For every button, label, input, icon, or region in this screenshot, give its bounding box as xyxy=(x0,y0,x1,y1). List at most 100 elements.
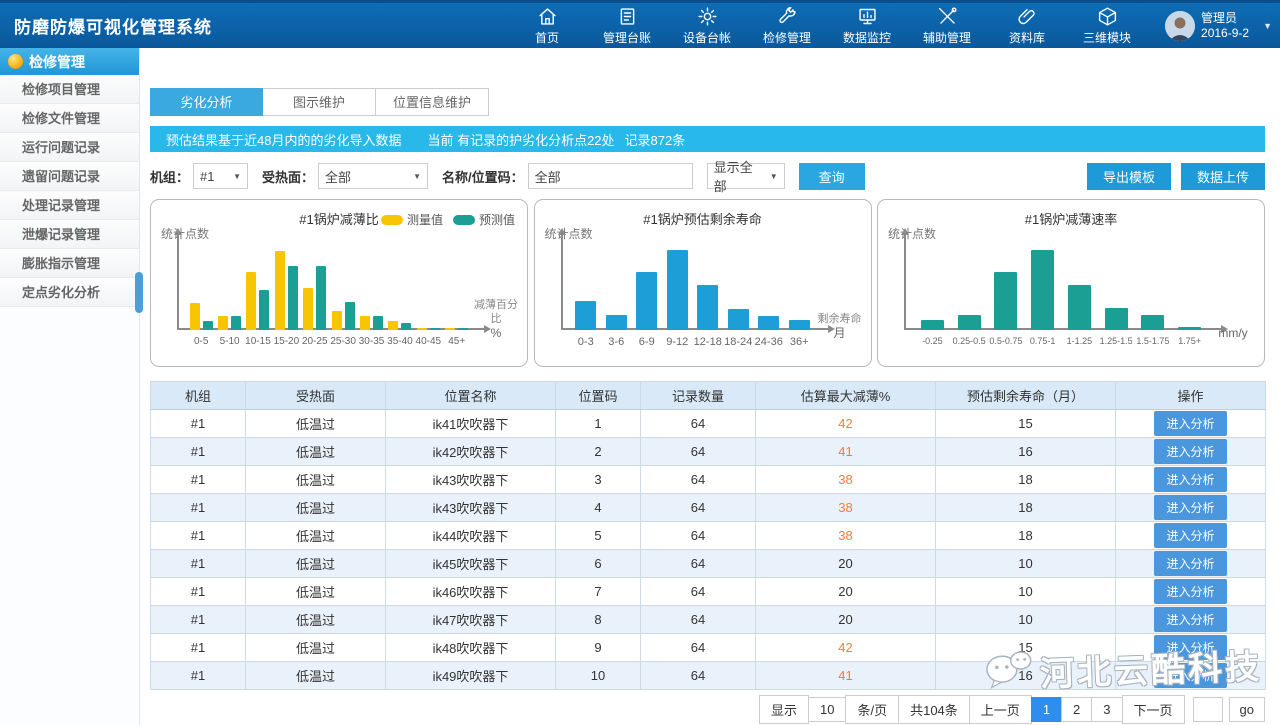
nav-item-home[interactable]: 首页 xyxy=(507,6,587,46)
show-all-select[interactable]: 显示全部▼ xyxy=(707,163,785,189)
sidebar-item[interactable]: 运行问题记录 xyxy=(0,133,139,162)
table-header-row: 机组受热面位置名称位置码记录数量估算最大减薄%预估剩余寿命（月）操作 xyxy=(151,382,1266,410)
nav-label: 检修管理 xyxy=(763,29,811,46)
table-row: #1低温过ik49吹吹器下10644116进入分析 xyxy=(151,662,1266,690)
table-cell: 4 xyxy=(556,494,641,522)
nav-item-gear[interactable]: 设备台帐 xyxy=(667,6,747,46)
bar-group: -0.25 xyxy=(921,244,944,330)
table-cell: 41 xyxy=(756,438,936,466)
enter-analysis-button[interactable]: 进入分析 xyxy=(1154,551,1226,576)
table-row: #1低温过ik47吹吹器下8642010进入分析 xyxy=(151,606,1266,634)
bar xyxy=(430,328,440,330)
bar xyxy=(360,316,370,330)
tab-bar: 劣化分析图示维护位置信息维护 xyxy=(150,88,1265,116)
column-header: 机组 xyxy=(151,382,246,410)
table-cell: 38 xyxy=(756,522,936,550)
x-tick-label: 18-24 xyxy=(724,336,752,348)
table-cell: 1 xyxy=(556,410,641,438)
bar xyxy=(345,302,355,330)
chevron-down-icon[interactable]: ▼ xyxy=(1263,21,1272,31)
query-button[interactable]: 查询 xyxy=(799,163,865,190)
nav-label: 三维模块 xyxy=(1083,29,1131,46)
nav-item-tools[interactable]: 辅助管理 xyxy=(907,6,987,46)
nav-item-ledger[interactable]: 管理台账 xyxy=(587,6,667,46)
bar-group: 18-24 xyxy=(728,244,749,330)
bar xyxy=(789,320,810,330)
sidebar-item[interactable]: 定点劣化分析 xyxy=(0,278,139,307)
page-button-3[interactable]: 3 xyxy=(1091,697,1122,722)
enter-analysis-button[interactable]: 进入分析 xyxy=(1154,523,1226,548)
page-button-2[interactable]: 2 xyxy=(1061,697,1092,722)
export-template-button[interactable]: 导出模板 xyxy=(1087,163,1171,190)
tab-劣化分析[interactable]: 劣化分析 xyxy=(150,88,263,116)
table-cell: 7 xyxy=(556,578,641,606)
bar xyxy=(316,266,326,331)
info-text-1: 预估结果基于近48月内的的劣化导入数据 xyxy=(166,130,401,149)
table-cell: #1 xyxy=(151,494,246,522)
x-tick-label: 1-1.25 xyxy=(1067,336,1093,346)
enter-analysis-button[interactable]: 进入分析 xyxy=(1154,607,1226,632)
action-cell: 进入分析 xyxy=(1116,550,1266,578)
nav-item-cube[interactable]: 三维模块 xyxy=(1067,6,1147,46)
table-cell: ik48吹吹器下 xyxy=(386,634,556,662)
prev-page-button[interactable]: 上一页 xyxy=(969,695,1032,724)
unit-select[interactable]: #1▼ xyxy=(193,163,248,189)
name-code-input[interactable] xyxy=(528,163,693,189)
table-row: #1低温过ik41吹吹器下1644215进入分析 xyxy=(151,410,1266,438)
enter-analysis-button[interactable]: 进入分析 xyxy=(1154,467,1226,492)
name-code-label: 名称/位置码： xyxy=(442,167,524,186)
nav-item-paperclip[interactable]: 资料库 xyxy=(987,6,1067,46)
action-cell: 进入分析 xyxy=(1116,410,1266,438)
sidebar-header[interactable]: 检修管理 xyxy=(0,48,139,75)
sidebar-item[interactable]: 检修文件管理 xyxy=(0,104,139,133)
top-nav: 首页管理台账设备台帐检修管理数据监控辅助管理资料库三维模块 xyxy=(507,6,1147,46)
enter-analysis-button[interactable]: 进入分析 xyxy=(1154,635,1226,660)
chevron-down-icon: ▼ xyxy=(413,172,421,181)
table-cell: #1 xyxy=(151,438,246,466)
surface-select[interactable]: 全部▼ xyxy=(318,163,428,189)
table-cell: 9 xyxy=(556,634,641,662)
enter-analysis-button[interactable]: 进入分析 xyxy=(1154,439,1226,464)
table-row: #1低温过ik48吹吹器下9644215进入分析 xyxy=(151,634,1266,662)
table-cell: 64 xyxy=(641,466,756,494)
bar-group: 0-5 xyxy=(190,244,213,330)
bar xyxy=(636,272,657,330)
enter-analysis-button[interactable]: 进入分析 xyxy=(1154,663,1226,688)
page-button-1[interactable]: 1 xyxy=(1031,697,1062,722)
go-button[interactable]: go xyxy=(1229,697,1265,722)
legend-label: 预测值 xyxy=(479,211,515,228)
x-tick-label: 1.75+ xyxy=(1178,336,1201,346)
page-jump-input[interactable] xyxy=(1193,697,1223,722)
enter-analysis-button[interactable]: 进入分析 xyxy=(1154,579,1226,604)
data-upload-button[interactable]: 数据上传 xyxy=(1181,163,1265,190)
table-cell: ik46吹吹器下 xyxy=(386,578,556,606)
bar-group: 5-10 xyxy=(218,244,241,330)
sidebar-item[interactable]: 处理记录管理 xyxy=(0,191,139,220)
enter-analysis-button[interactable]: 进入分析 xyxy=(1154,495,1226,520)
next-page-button[interactable]: 下一页 xyxy=(1122,695,1185,724)
table-cell: 低温过 xyxy=(246,662,386,690)
info-text-3: 记录872条 xyxy=(625,130,686,149)
sidebar-item[interactable]: 遗留问题记录 xyxy=(0,162,139,191)
table-cell: 低温过 xyxy=(246,606,386,634)
sidebar-item[interactable]: 检修项目管理 xyxy=(0,75,139,104)
x-tick-label: 12-18 xyxy=(694,336,722,348)
sidebar-item[interactable]: 膨胀指示管理 xyxy=(0,249,139,278)
bar xyxy=(445,328,455,330)
table-cell: ik45吹吹器下 xyxy=(386,550,556,578)
tab-位置信息维护[interactable]: 位置信息维护 xyxy=(376,88,489,116)
nav-item-wrench[interactable]: 检修管理 xyxy=(747,6,827,46)
table-cell: 16 xyxy=(936,438,1116,466)
nav-item-monitor[interactable]: 数据监控 xyxy=(827,6,907,46)
table-cell: 5 xyxy=(556,522,641,550)
tab-图示维护[interactable]: 图示维护 xyxy=(263,88,376,116)
sidebar-item[interactable]: 泄爆记录管理 xyxy=(0,220,139,249)
page-size-value[interactable]: 10 xyxy=(808,697,846,722)
enter-analysis-button[interactable]: 进入分析 xyxy=(1154,411,1226,436)
sidebar-items: 检修项目管理检修文件管理运行问题记录遗留问题记录处理记录管理泄爆记录管理膨胀指示… xyxy=(0,75,139,307)
user-menu[interactable]: 管理员 2016-9-2 ▼ xyxy=(1165,11,1272,41)
bar xyxy=(958,315,981,330)
table-cell: 低温过 xyxy=(246,410,386,438)
bar xyxy=(667,250,688,330)
table-row: #1低温过ik45吹吹器下6642010进入分析 xyxy=(151,550,1266,578)
